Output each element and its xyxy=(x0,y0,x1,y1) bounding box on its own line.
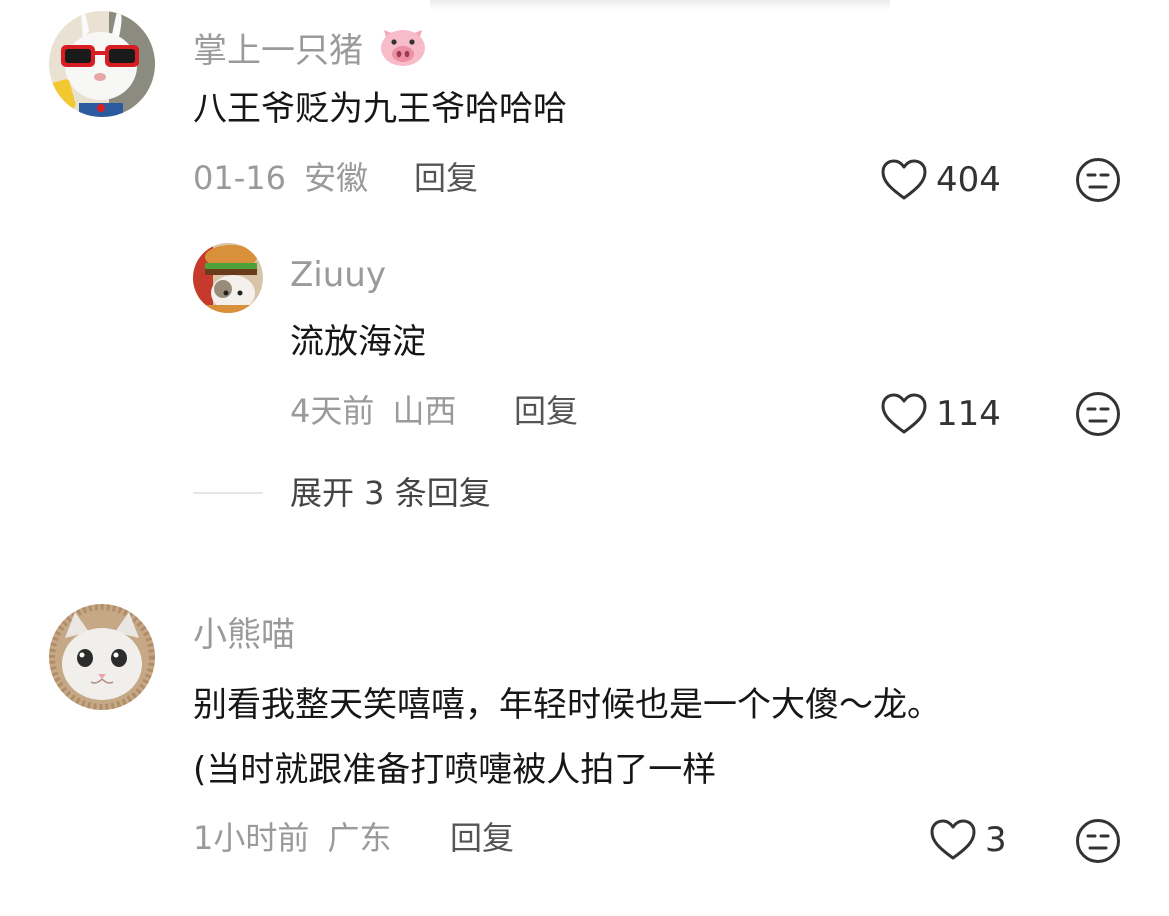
comment-meta: 1小时前 广东 xyxy=(193,822,392,854)
comment-username[interactable]: 小熊喵 xyxy=(193,618,295,652)
unamused-face-icon[interactable] xyxy=(1075,157,1121,203)
comment-username[interactable]: 掌上一只猪 xyxy=(193,24,430,68)
comment-location: 安徽 xyxy=(304,159,369,197)
pig-face-icon xyxy=(376,24,430,68)
like-count: 114 xyxy=(936,394,1001,434)
reply-date: 4天前 xyxy=(290,392,375,430)
unamused-face-icon[interactable] xyxy=(1075,818,1121,864)
like-button[interactable]: 3 xyxy=(929,818,1007,862)
reply-text: 流放海淀 xyxy=(290,322,426,362)
reply-username[interactable]: Ziuuy xyxy=(290,258,386,292)
like-button[interactable]: 404 xyxy=(880,158,1001,202)
top-scroll-shadow xyxy=(430,0,890,10)
reply-meta: 4天前 山西 xyxy=(290,395,457,427)
like-button[interactable]: 114 xyxy=(880,392,1001,436)
reply-button[interactable]: 回复 xyxy=(414,162,478,194)
reply-button[interactable]: 回复 xyxy=(450,822,514,854)
comment-meta: 01-16 安徽 xyxy=(193,162,368,194)
expand-divider xyxy=(193,492,263,494)
unamused-face-icon[interactable] xyxy=(1075,391,1121,437)
like-count: 3 xyxy=(985,820,1007,860)
heart-outline-icon xyxy=(880,158,928,202)
heart-outline-icon xyxy=(929,818,977,862)
comment-text-line1: 别看我整天笑嘻嘻，年轻时候也是一个大傻～龙。 xyxy=(193,685,941,725)
comment-date: 1小时前 xyxy=(193,819,310,857)
comment-text: 八王爷贬为九王爷哈哈哈 xyxy=(193,89,567,129)
like-count: 404 xyxy=(936,160,1001,200)
comment-location: 广东 xyxy=(327,819,392,857)
comment-date: 01-16 xyxy=(193,159,286,197)
avatar-rabbit[interactable] xyxy=(49,11,155,117)
comment-text-line2: (当时就跟准备打喷嚏被人拍了一样 xyxy=(193,750,717,790)
reply-location: 山西 xyxy=(392,392,457,430)
avatar-cat[interactable] xyxy=(49,604,155,710)
avatar-cat-burger[interactable] xyxy=(193,243,263,313)
expand-replies-button[interactable]: 展开 3 条回复 xyxy=(290,477,491,509)
heart-outline-icon xyxy=(880,392,928,436)
reply-button[interactable]: 回复 xyxy=(514,395,578,427)
